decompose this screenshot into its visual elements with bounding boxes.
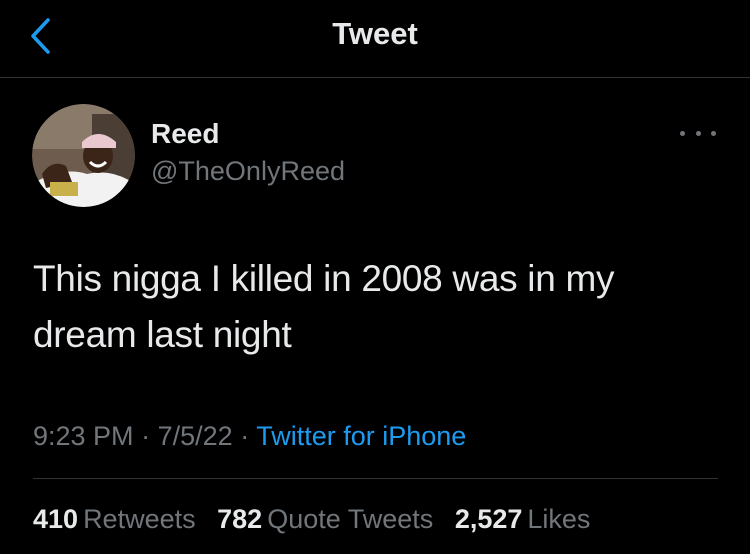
- quote-tweets-stat[interactable]: 782 Quote Tweets: [217, 504, 433, 535]
- tweet-metadata: 9:23 PM · 7/5/22 · Twitter for iPhone: [33, 421, 466, 452]
- top-nav-bar: Tweet: [0, 0, 750, 78]
- meta-separator: ·: [141, 421, 151, 451]
- tweet-text: This nigga I killed in 2008 was in my dr…: [33, 251, 723, 363]
- quote-tweets-count: 782: [217, 504, 263, 534]
- page-title: Tweet: [332, 16, 418, 51]
- author-display-name[interactable]: Reed: [151, 118, 219, 150]
- quote-tweets-label: Quote Tweets: [267, 504, 434, 534]
- retweets-label: Retweets: [83, 504, 196, 534]
- likes-count: 2,527: [454, 504, 523, 534]
- more-options-button[interactable]: [680, 122, 716, 144]
- more-horizontal-icon: [680, 130, 685, 136]
- retweets-stat[interactable]: 410 Retweets: [33, 504, 196, 535]
- likes-stat[interactable]: 2,527 Likes: [455, 504, 591, 535]
- avatar-photo: [32, 104, 135, 207]
- retweets-count: 410: [33, 504, 79, 534]
- tweet-source-link[interactable]: Twitter for iPhone: [256, 421, 466, 451]
- tweet-date: 7/5/22: [157, 421, 233, 451]
- meta-separator: ·: [240, 421, 250, 451]
- tweet-text-line: This nigga I killed in 2008 was in my: [33, 258, 615, 299]
- avatar[interactable]: [32, 104, 135, 207]
- divider: [33, 478, 718, 479]
- author-handle[interactable]: @TheOnlyReed: [151, 156, 345, 187]
- tweet-text-line: dream last night: [33, 314, 292, 355]
- more-horizontal-icon-dot: [711, 130, 716, 136]
- likes-label: Likes: [527, 504, 591, 534]
- more-horizontal-icon-dot: [695, 130, 701, 136]
- tweet-time: 9:23 PM: [33, 421, 134, 451]
- tweet-stats: 410 Retweets 782 Quote Tweets 2,527 Likes: [33, 504, 604, 535]
